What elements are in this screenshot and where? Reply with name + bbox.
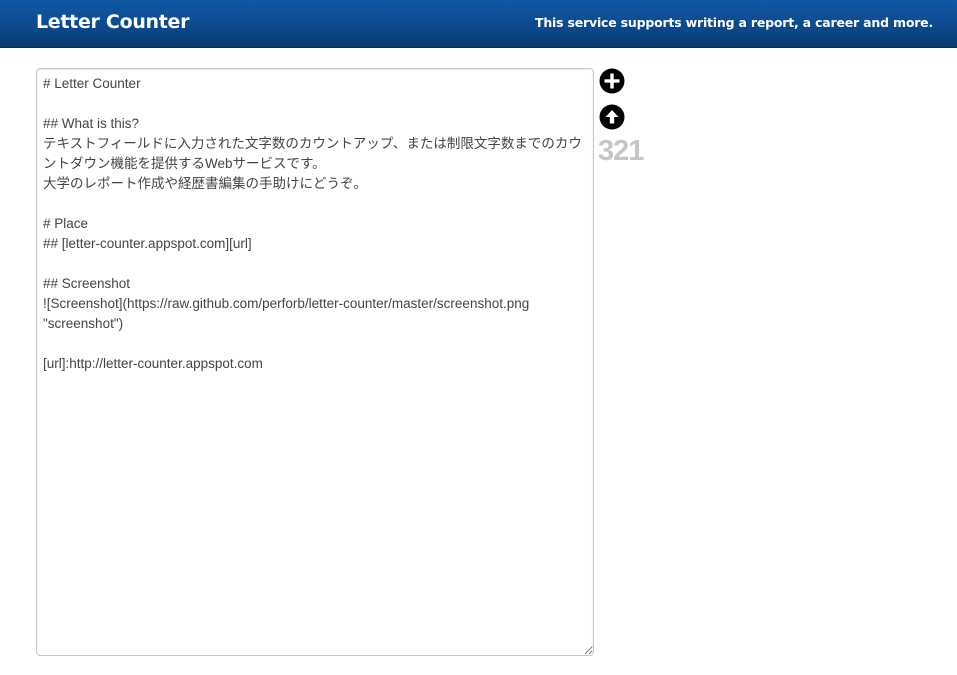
text-editor[interactable]: # Letter Counter ## What is this? テキストフィ… <box>36 68 594 656</box>
count-up-button[interactable] <box>599 104 625 130</box>
arrow-up-circle-icon <box>599 104 625 130</box>
character-count: 321 <box>598 135 644 167</box>
plus-circle-icon <box>599 68 625 94</box>
header-tagline: This service supports writing a report, … <box>535 15 933 30</box>
add-counter-button[interactable] <box>599 68 625 94</box>
app-title[interactable]: Letter Counter <box>36 9 190 35</box>
header-bar: Letter Counter This service supports wri… <box>0 0 957 48</box>
